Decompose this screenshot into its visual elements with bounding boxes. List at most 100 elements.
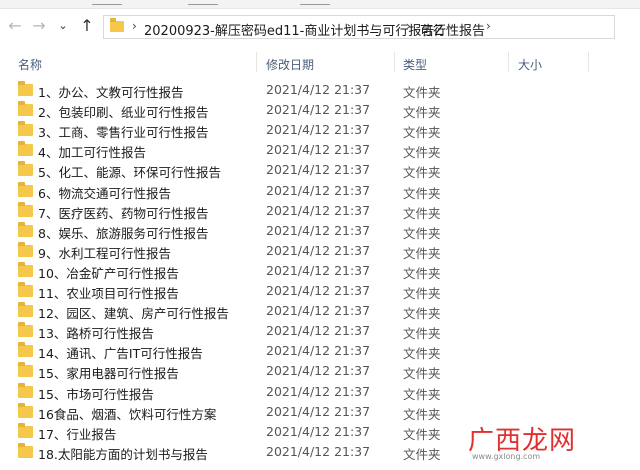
- file-type: 文件夹: [403, 85, 441, 100]
- file-row[interactable]: 8、娱乐、旅游服务可行性报告 2021/4/12 21:37 文件夹: [14, 221, 614, 241]
- file-date: 2021/4/12 21:37: [266, 242, 371, 258]
- file-type: 文件夹: [403, 125, 441, 141]
- folder-icon: [18, 141, 33, 157]
- column-divider[interactable]: [394, 52, 395, 72]
- file-type: 文件夹: [403, 306, 441, 322]
- file-type: 文件夹: [403, 145, 441, 161]
- navigation-bar: ← → ⌄ ↑ › 20200923-解压密码ed11-商业计划书与可行报告Z …: [0, 10, 640, 44]
- file-name: 1、办公、文教可行性报告: [38, 85, 184, 100]
- folder-icon: [18, 422, 33, 438]
- file-name: 14、通讯、广告IT可行性报告: [38, 346, 203, 362]
- file-name: 4、加工可行性报告: [38, 145, 146, 161]
- folder-icon: [18, 241, 33, 257]
- file-date: 2021/4/12 21:37: [266, 102, 371, 118]
- column-headers: 名称 修改日期 类型 大小: [0, 52, 640, 74]
- column-header-name[interactable]: 名称: [18, 56, 42, 73]
- folder-icon: [18, 101, 33, 117]
- ribbon-tab-edge: [300, 0, 330, 5]
- folder-icon: [18, 121, 33, 137]
- file-row[interactable]: 12、园区、建筑、房产可行性报告 2021/4/12 21:37 文件夹: [14, 301, 614, 321]
- file-name: 12、园区、建筑、房产可行性报告: [38, 306, 229, 322]
- file-row[interactable]: 9、水利工程可行性报告 2021/4/12 21:37 文件夹: [14, 241, 614, 261]
- file-date: 2021/4/12 21:37: [266, 202, 371, 218]
- file-date: 2021/4/12 21:37: [266, 122, 371, 138]
- file-name: 11、农业项目可行性报告: [38, 286, 179, 301]
- breadcrumb-chevron-icon[interactable]: ›: [406, 19, 411, 33]
- file-type: 文件夹: [403, 245, 441, 261]
- file-row[interactable]: 15、市场可行性报告 2021/4/12 21:37 文件夹: [14, 382, 614, 402]
- file-date: 2021/4/12 21:37: [266, 403, 371, 419]
- file-row[interactable]: 16食品、烟酒、饮料可行性方案 2021/4/12 21:37 文件夹: [14, 402, 614, 422]
- file-row[interactable]: 10、冶金矿产可行性报告 2021/4/12 21:37 文件夹: [14, 261, 614, 281]
- file-type: 文件夹: [403, 225, 441, 241]
- file-date: 2021/4/12 21:37: [266, 182, 371, 198]
- forward-arrow-icon[interactable]: →: [30, 16, 48, 36]
- file-name: 3、工商、零售行业可行性报告: [38, 125, 209, 141]
- file-row[interactable]: 3、工商、零售行业可行性报告 2021/4/12 21:37 文件夹: [14, 120, 614, 140]
- file-name: 9、水利工程可行性报告: [38, 245, 171, 261]
- column-header-date[interactable]: 修改日期: [266, 56, 314, 73]
- file-date: 2021/4/12 21:37: [266, 162, 371, 178]
- folder-icon: [18, 302, 33, 318]
- file-type: 文件夹: [403, 446, 441, 462]
- file-row[interactable]: 14、通讯、广告IT可行性报告 2021/4/12 21:37 文件夹: [14, 341, 614, 361]
- column-divider[interactable]: [508, 52, 509, 72]
- file-name: 13、路桥可行性报告: [38, 326, 154, 342]
- folder-icon: [18, 201, 33, 217]
- file-name: 15、家用电器可行性报告: [38, 366, 179, 382]
- column-divider[interactable]: [588, 52, 589, 72]
- file-row[interactable]: 11、农业项目可行性报告 2021/4/12 21:37 文件夹: [14, 281, 614, 301]
- file-name: 15、市场可行性报告: [38, 386, 154, 402]
- file-type: 文件夹: [403, 265, 441, 281]
- watermark-url: www.gxlong.com: [472, 452, 541, 461]
- breadcrumb-chevron-icon[interactable]: ›: [132, 19, 137, 33]
- file-date: 2021/4/12 21:37: [266, 423, 371, 439]
- folder-icon: [18, 322, 33, 338]
- file-date: 2021/4/12 21:37: [266, 142, 371, 158]
- file-date: 2021/4/12 21:37: [266, 262, 371, 278]
- file-row[interactable]: 5、化工、能源、环保可行性报告 2021/4/12 21:37 文件夹: [14, 160, 614, 180]
- file-name: 18.太阳能方面的计划书与报告: [38, 446, 208, 462]
- file-date: 2021/4/12 21:37: [266, 343, 371, 359]
- back-arrow-icon[interactable]: ←: [6, 16, 24, 36]
- file-name: 8、娱乐、旅游服务可行性报告: [38, 225, 209, 241]
- file-name: 5、化工、能源、环保可行性报告: [38, 165, 221, 181]
- file-row[interactable]: 13、路桥可行性报告 2021/4/12 21:37 文件夹: [14, 321, 614, 341]
- file-name: 6、物流交通可行性报告: [38, 185, 171, 201]
- folder-icon: [18, 261, 33, 277]
- breadcrumb-item-current[interactable]: 可行性报告: [420, 20, 485, 39]
- file-date: 2021/4/12 21:37: [266, 383, 371, 399]
- file-date: 2021/4/12 21:37: [266, 82, 371, 97]
- recent-locations-chevron-icon[interactable]: ⌄: [54, 16, 72, 36]
- folder-icon: [18, 81, 33, 96]
- file-date: 2021/4/12 21:37: [266, 222, 371, 238]
- file-type: 文件夹: [403, 426, 441, 442]
- column-header-type[interactable]: 类型: [403, 56, 427, 73]
- file-row[interactable]: 15、家用电器可行性报告 2021/4/12 21:37 文件夹: [14, 361, 614, 381]
- file-row[interactable]: 7、医疗医药、药物可行性报告 2021/4/12 21:37 文件夹: [14, 201, 614, 221]
- breadcrumb-chevron-icon[interactable]: ›: [486, 19, 491, 33]
- breadcrumb-item[interactable]: 20200923-解压密码ed11-商业计划书与可行报告Z: [144, 20, 443, 39]
- folder-icon: [18, 342, 33, 358]
- file-row[interactable]: 1、办公、文教可行性报告 2021/4/12 21:37 文件夹: [14, 80, 614, 100]
- folder-icon: [18, 221, 33, 237]
- file-type: 文件夹: [403, 346, 441, 362]
- ribbon-tab-edge: [188, 0, 218, 5]
- file-row[interactable]: 4、加工可行性报告 2021/4/12 21:37 文件夹: [14, 140, 614, 160]
- file-name: 16食品、烟酒、饮料可行性方案: [38, 406, 217, 422]
- file-name: 7、医疗医药、药物可行性报告: [38, 205, 209, 221]
- folder-icon: [18, 362, 33, 378]
- file-name: 17、行业报告: [38, 426, 117, 442]
- file-date: 2021/4/12 21:37: [266, 323, 371, 339]
- file-row[interactable]: 6、物流交通可行性报告 2021/4/12 21:37 文件夹: [14, 181, 614, 201]
- file-type: 文件夹: [403, 165, 441, 181]
- file-type: 文件夹: [403, 185, 441, 201]
- column-header-size[interactable]: 大小: [518, 56, 542, 73]
- address-bar[interactable]: › 20200923-解压密码ed11-商业计划书与可行报告Z › 可行性报告 …: [103, 15, 615, 39]
- file-type: 文件夹: [403, 286, 441, 301]
- file-row[interactable]: 2、包装印刷、纸业可行性报告 2021/4/12 21:37 文件夹: [14, 100, 614, 120]
- file-type: 文件夹: [403, 326, 441, 342]
- column-divider[interactable]: [256, 52, 257, 72]
- up-arrow-icon[interactable]: ↑: [78, 16, 96, 36]
- file-name: 10、冶金矿产可行性报告: [38, 265, 179, 281]
